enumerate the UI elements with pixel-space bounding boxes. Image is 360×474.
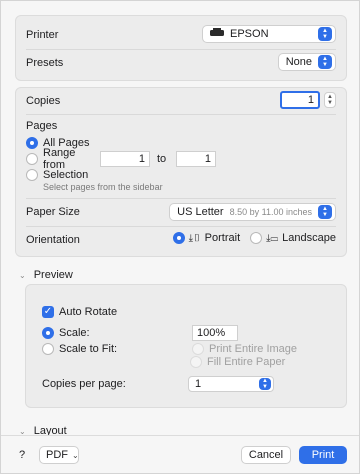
- scale-to-fit-radio[interactable]: [42, 343, 54, 355]
- chevron-updown-icon: ▲ ▼: [318, 55, 332, 69]
- copies-stepper[interactable]: ▲ ▼: [324, 92, 336, 108]
- print-label: Print: [311, 449, 335, 461]
- preview-disclosure[interactable]: ⌄ Preview: [19, 269, 73, 281]
- footer-bar: ? PDF ⌄ Cancel Print: [1, 435, 359, 473]
- help-label: ?: [18, 449, 26, 461]
- pages-label: Pages: [26, 120, 58, 132]
- copies-per-page-popup[interactable]: 1 ▲ ▼: [188, 376, 274, 392]
- paper-size-popup[interactable]: US Letter 8.50 by 11.00 inches ▲ ▼: [169, 203, 336, 221]
- copies-per-page-value: 1: [195, 378, 202, 390]
- landscape-radio[interactable]: [250, 232, 263, 244]
- copies-label: Copies: [26, 95, 61, 107]
- preview-title: Preview: [33, 269, 73, 281]
- pdf-button[interactable]: PDF ⌄: [39, 446, 79, 464]
- range-to-field[interactable]: 1: [176, 151, 216, 167]
- orientation-options: ⤓▯ Portrait ⤓▭ Landscape: [172, 232, 336, 244]
- cancel-label: Cancel: [248, 449, 284, 461]
- portrait-radio[interactable]: [172, 232, 185, 244]
- range-from-value: 1: [138, 153, 145, 165]
- printer-icon: [210, 28, 224, 40]
- auto-rotate-label: Auto Rotate: [59, 306, 118, 318]
- printer-value: EPSON: [230, 28, 269, 40]
- chevron-updown-icon: ▲ ▼: [318, 205, 332, 219]
- help-button[interactable]: ?: [15, 448, 29, 462]
- print-button[interactable]: Print: [299, 446, 347, 464]
- print-entire-image-label: Print Entire Image: [209, 343, 298, 355]
- pdf-label: PDF: [46, 449, 68, 461]
- landscape-label: Landscape: [282, 232, 336, 244]
- scale-radio[interactable]: [42, 327, 54, 339]
- chevron-down-icon: ⌄: [19, 270, 26, 280]
- chevron-down-icon: ⌄: [72, 450, 79, 460]
- printer-popup[interactable]: EPSON ▲ ▼: [202, 25, 336, 43]
- print-dialog: Printer EPSON ▲ ▼ Presets None ▲ ▼ Copies …: [0, 0, 360, 474]
- selection-label: Selection: [43, 169, 89, 181]
- scale-label: Scale:: [59, 327, 90, 339]
- all-pages-radio[interactable]: [26, 137, 38, 149]
- scale-to-fit-label: Scale to Fit:: [59, 343, 118, 355]
- presets-popup[interactable]: None ▲ ▼: [277, 53, 336, 71]
- portrait-label: Portrait: [204, 232, 241, 244]
- range-to-value: 1: [204, 153, 211, 165]
- presets-label: Presets: [26, 57, 64, 69]
- fill-entire-paper-radio[interactable]: [190, 356, 202, 368]
- landscape-icon: ⤓▭: [266, 232, 279, 244]
- options-panel: Copies 1 ▲ ▼ Pages All Pages Range from 1…: [15, 87, 347, 257]
- scale-field[interactable]: 100%: [192, 325, 238, 341]
- selection-hint: Select pages from the sidebar: [43, 182, 163, 192]
- portrait-icon: ⤓▯: [188, 232, 201, 244]
- chevron-updown-icon: ▲ ▼: [318, 27, 332, 41]
- range-radio[interactable]: [26, 153, 38, 165]
- copies-field[interactable]: 1: [280, 91, 320, 109]
- scale-value: 100%: [197, 327, 226, 339]
- fill-entire-paper-label: Fill Entire Paper: [207, 356, 286, 368]
- copies-value: 1: [307, 94, 314, 106]
- presets-value: None: [285, 56, 312, 68]
- paper-size-value: US Letter: [177, 206, 224, 218]
- print-entire-image-radio[interactable]: [192, 343, 204, 355]
- paper-size-label: Paper Size: [26, 206, 80, 218]
- printer-label: Printer: [26, 29, 59, 41]
- orientation-label: Orientation: [26, 234, 80, 246]
- cancel-button[interactable]: Cancel: [241, 446, 291, 464]
- range-to-label: to: [157, 153, 167, 165]
- printer-panel: Printer EPSON ▲ ▼ Presets None ▲ ▼: [15, 15, 347, 81]
- selection-radio[interactable]: [26, 169, 38, 181]
- auto-rotate-checkbox[interactable]: ✓: [42, 306, 54, 318]
- chevron-updown-icon: ▲ ▼: [259, 378, 271, 390]
- preview-panel: ✓ Auto Rotate Scale: 100% Scale to Fit: …: [25, 284, 347, 408]
- paper-size-dimensions: 8.50 by 11.00 inches: [229, 207, 312, 217]
- copies-per-page-label: Copies per page:: [42, 378, 126, 390]
- range-from-field[interactable]: 1: [100, 151, 150, 167]
